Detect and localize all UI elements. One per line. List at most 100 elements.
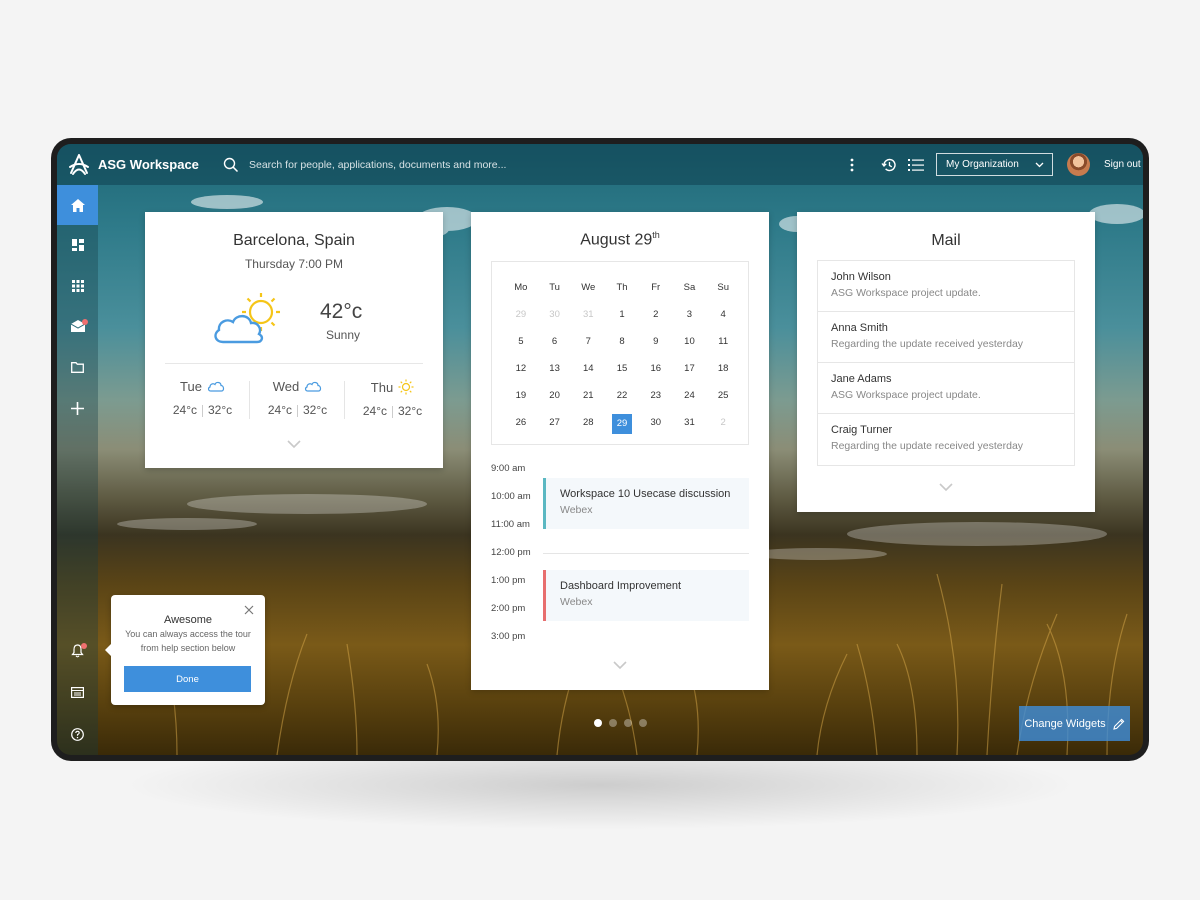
forecast-low: 24°c	[362, 404, 387, 418]
calendar-day[interactable]: 27	[538, 414, 572, 431]
calendar-day[interactable]: 6	[538, 333, 572, 350]
sidebar-item-calendar[interactable]	[57, 672, 98, 712]
search-input[interactable]	[249, 158, 809, 171]
calendar-day[interactable]: 8	[605, 333, 639, 350]
organization-select-value: My Organization	[946, 159, 1019, 170]
forecast-low: 24°c	[267, 403, 292, 417]
weather-temperature: 42°c	[320, 300, 363, 323]
dashboard-icon	[71, 239, 84, 251]
calendar-icon	[71, 686, 84, 698]
calendar-day[interactable]: 10	[673, 333, 707, 350]
apps-grid-icon	[71, 280, 84, 292]
sidebar-item-mail[interactable]	[57, 306, 98, 346]
expand-chevron-icon[interactable]	[287, 440, 301, 449]
organization-select[interactable]: My Organization	[936, 153, 1053, 176]
calendar-day[interactable]: 15	[605, 360, 639, 377]
more-options-icon[interactable]	[843, 156, 861, 174]
calendar-day[interactable]: 23	[639, 387, 673, 404]
calendar-day[interactable]: 4	[706, 306, 740, 323]
done-button[interactable]: Done	[124, 666, 251, 692]
calendar-day[interactable]: 12	[504, 360, 538, 377]
calendar-day[interactable]: 31	[571, 306, 605, 323]
agenda-time: 10:00 am	[491, 491, 531, 502]
partly-sunny-icon	[214, 293, 280, 344]
calendar-day[interactable]: 18	[706, 360, 740, 377]
calendar-day[interactable]: 2	[639, 306, 673, 323]
pager-dot-active[interactable]	[594, 719, 602, 727]
calendar-day[interactable]: 7	[571, 333, 605, 350]
calendar-day[interactable]: 13	[538, 360, 572, 377]
help-icon	[71, 727, 84, 741]
calendar-day[interactable]: 19	[504, 387, 538, 404]
calendar-day[interactable]: 30	[538, 306, 572, 323]
expand-chevron-icon[interactable]	[613, 661, 627, 670]
change-widgets-button[interactable]: Change Widgets	[1019, 706, 1130, 741]
mail-item[interactable]: Craig Turner Regarding the update receiv…	[818, 414, 1074, 465]
calendar-event[interactable]: Dashboard Improvement Webex	[543, 570, 749, 621]
mail-sender: John Wilson	[831, 271, 891, 283]
calendar-day[interactable]: 22	[605, 387, 639, 404]
mail-notification-dot	[82, 319, 88, 325]
weekday-label: We	[581, 282, 596, 293]
calendar-day[interactable]: 2	[706, 414, 740, 431]
calendar-day[interactable]: 31	[673, 414, 707, 431]
mail-item[interactable]: Anna Smith Regarding the update received…	[818, 312, 1074, 363]
pager-dot[interactable]	[639, 719, 647, 727]
calendar-day[interactable]: 11	[706, 333, 740, 350]
calendar-day[interactable]: 3	[673, 306, 707, 323]
sidebar-item-dashboard[interactable]	[57, 225, 98, 265]
pager-dot[interactable]	[624, 719, 632, 727]
pager-dot[interactable]	[609, 719, 617, 727]
calendar-day[interactable]: 26	[504, 414, 538, 431]
agenda-time: 3:00 pm	[491, 631, 526, 642]
mail-item[interactable]: Jane Adams ASG Workspace project update.	[818, 363, 1074, 414]
notification-dot	[81, 643, 87, 649]
sidebar-item-notifications[interactable]	[57, 631, 98, 671]
tour-message: You can always access the tour from help…	[125, 629, 251, 653]
app-logo[interactable]: ASG Workspace	[67, 153, 217, 177]
calendar-day[interactable]: 29	[504, 306, 538, 323]
calendar-day[interactable]: 25	[706, 387, 740, 404]
agenda-time: 2:00 pm	[491, 603, 526, 614]
mail-title: Mail	[931, 232, 961, 249]
weekday-label: Fr	[651, 282, 661, 293]
user-avatar[interactable]	[1067, 153, 1090, 176]
calendar-day[interactable]: 30	[639, 414, 673, 431]
calendar-day[interactable]: 17	[673, 360, 707, 377]
asg-logo-icon	[69, 153, 89, 175]
calendar-day[interactable]: 14	[571, 360, 605, 377]
add-icon	[71, 401, 84, 415]
weekday-label: Su	[717, 282, 729, 293]
agenda-time: 12:00 pm	[491, 547, 531, 558]
sidebar-item-add[interactable]	[57, 388, 98, 428]
search-icon[interactable]	[223, 157, 239, 173]
list-icon[interactable]	[907, 156, 925, 174]
calendar-week: 29 30 31 1 2 3 4	[504, 306, 740, 323]
sidebar-item-apps[interactable]	[57, 266, 98, 306]
sidebar-item-files[interactable]	[57, 347, 98, 387]
calendar-day[interactable]: 20	[538, 387, 572, 404]
calendar-day[interactable]: 1	[605, 306, 639, 323]
mail-list: John Wilson ASG Workspace project update…	[817, 260, 1075, 466]
weekday-label: Mo	[514, 282, 528, 293]
calendar-day[interactable]: 16	[639, 360, 673, 377]
mail-subject: Regarding the update received yesterday	[831, 338, 1024, 350]
weather-condition: Sunny	[326, 328, 361, 342]
sidebar-item-home[interactable]	[57, 185, 98, 225]
sign-out-link[interactable]: Sign out	[1104, 159, 1141, 170]
sidebar-item-help[interactable]	[57, 714, 98, 754]
weekday-label: Tu	[549, 282, 560, 293]
calendar-day[interactable]: 21	[571, 387, 605, 404]
expand-chevron-icon[interactable]	[939, 483, 953, 492]
calendar-day[interactable]: 28	[571, 414, 605, 431]
calendar-day[interactable]: 24	[673, 387, 707, 404]
calendar-event[interactable]: Workspace 10 Usecase discussion Webex	[543, 478, 749, 529]
history-icon[interactable]	[880, 156, 898, 174]
calendar-day-selected[interactable]: 29	[605, 414, 639, 434]
calendar-day[interactable]: 9	[639, 333, 673, 350]
calendar-day[interactable]: 5	[504, 333, 538, 350]
forecast-high: 32°c	[398, 404, 423, 418]
device-frame: ASG Workspace My Organization Sign out	[51, 138, 1149, 761]
mail-item[interactable]: John Wilson ASG Workspace project update…	[818, 261, 1074, 312]
agenda-divider	[543, 553, 749, 554]
